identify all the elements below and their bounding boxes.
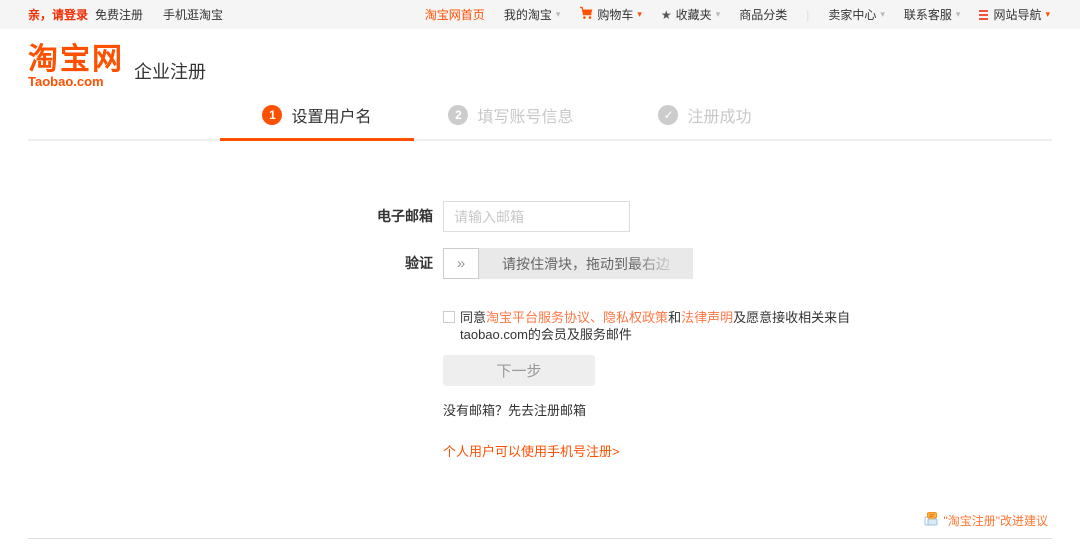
slider-hint-text: 请按住滑块，拖动到最右边 [479,254,693,274]
agreement-checkbox[interactable] [443,311,455,323]
my-taobao-label: 我的淘宝 [504,6,552,23]
chevron-down-icon: ▾ [956,9,961,20]
customer-service-label: 联系客服 [904,6,952,23]
topbar-left: 亲，请登录 免费注册 手机逛淘宝 [28,6,223,23]
feedback-icon [923,511,939,530]
taobao-home-link[interactable]: 淘宝网首页 [425,6,485,23]
feedback-link[interactable]: "淘宝注册"改进建议 [923,511,1048,530]
site-nav-icon [979,10,988,20]
email-row: 电子邮箱 [373,201,1080,232]
agreement-and: 和 [668,310,681,325]
logo-en-text: Taobao.com [28,74,124,89]
steps: 1 设置用户名 2 填写账号信息 ✓ 注册成功 [220,103,802,139]
seller-center-label: 卖家中心 [828,6,876,23]
mobile-taobao-link[interactable]: 手机逛淘宝 [163,6,223,23]
favorites-label: 收藏夹 [676,6,712,23]
login-link[interactable]: 亲，请登录 [28,6,88,23]
step-2-circle: 2 [448,105,468,125]
email-input[interactable] [443,201,630,232]
captcha-label: 验证 [373,248,433,279]
steps-bar: 1 设置用户名 2 填写账号信息 ✓ 注册成功 [28,103,1052,141]
categories-link[interactable]: 商品分类 [739,6,787,23]
step-account-info: 2 填写账号信息 [414,103,608,139]
page-title: 企业注册 [134,58,206,84]
step-1-circle: 1 [262,105,282,125]
personal-register-link[interactable]: 个人用户可以使用手机号注册> [443,441,620,460]
cart-icon [579,6,593,23]
favorites-menu[interactable]: ★ 收藏夹 ▾ [661,6,720,23]
topbar-right: 淘宝网首页 我的淘宝 ▾ 购物车 ▾ ★ 收藏夹 ▾ 商品分类 | [406,6,1050,23]
agreement-separator: 、 [590,310,603,325]
step-3-check-icon: ✓ [658,105,678,125]
seller-center-menu[interactable]: 卖家中心 ▾ [828,6,885,23]
chevron-down-icon: ▾ [716,9,721,20]
free-register-link[interactable]: 免费注册 [95,6,143,23]
legal-notice-link[interactable]: 法律声明 [681,310,733,325]
cart-menu[interactable]: 购物车 ▾ [579,6,642,23]
agreement-text: 同意淘宝平台服务协议、隐私权政策和法律声明及愿意接收相关来自taobao.com… [460,309,888,343]
chevron-down-icon: ▾ [1045,9,1050,20]
no-email-tip[interactable]: 没有邮箱？先去注册邮箱 [443,400,1080,419]
step-3-label: 注册成功 [687,103,751,127]
service-agreement-link[interactable]: 淘宝平台服务协议 [486,310,590,325]
topbar: 亲，请登录 免费注册 手机逛淘宝 淘宝网首页 我的淘宝 ▾ 购物车 ▾ ★ 收藏… [0,0,1080,29]
star-icon: ★ [661,8,672,22]
next-step-button[interactable]: 下一步 [443,355,595,386]
chevron-down-icon: ▾ [637,9,642,20]
email-label: 电子邮箱 [373,201,433,232]
agreement-row: 同意淘宝平台服务协议、隐私权政策和法律声明及愿意接收相关来自taobao.com… [443,309,888,343]
slider-handle[interactable]: » [443,248,479,279]
taobao-logo[interactable]: 淘宝网 Taobao.com [28,45,124,89]
agreement-prefix: 同意 [460,310,486,325]
step-1-label: 设置用户名 [291,103,371,127]
chevron-down-icon: ▾ [556,9,561,20]
cart-label: 购物车 [597,6,633,23]
feedback-label: "淘宝注册"改进建议 [943,512,1048,529]
site-nav-menu[interactable]: 网站导航 ▾ [979,6,1050,23]
step-set-username: 1 设置用户名 [220,103,414,139]
privacy-policy-link[interactable]: 隐私权政策 [603,310,668,325]
site-nav-label: 网站导航 [993,6,1041,23]
customer-service-menu[interactable]: 联系客服 ▾ [904,6,961,23]
topbar-divider: | [806,8,809,22]
chevron-down-icon: ▾ [880,9,885,20]
bottom-divider [28,538,1052,539]
logo-cn-text: 淘宝网 [28,45,124,75]
my-taobao-menu[interactable]: 我的淘宝 ▾ [504,6,561,23]
slider-captcha[interactable]: » 请按住滑块，拖动到最右边 [443,248,693,279]
header: 淘宝网 Taobao.com 企业注册 [0,29,1080,89]
step-2-label: 填写账号信息 [477,103,573,127]
register-form: 电子邮箱 验证 » 请按住滑块，拖动到最右边 同意淘宝平台服务协议、隐私权政策和… [373,201,1080,461]
step-register-success: ✓ 注册成功 [608,103,802,139]
captcha-row: 验证 » 请按住滑块，拖动到最右边 [373,248,1080,279]
